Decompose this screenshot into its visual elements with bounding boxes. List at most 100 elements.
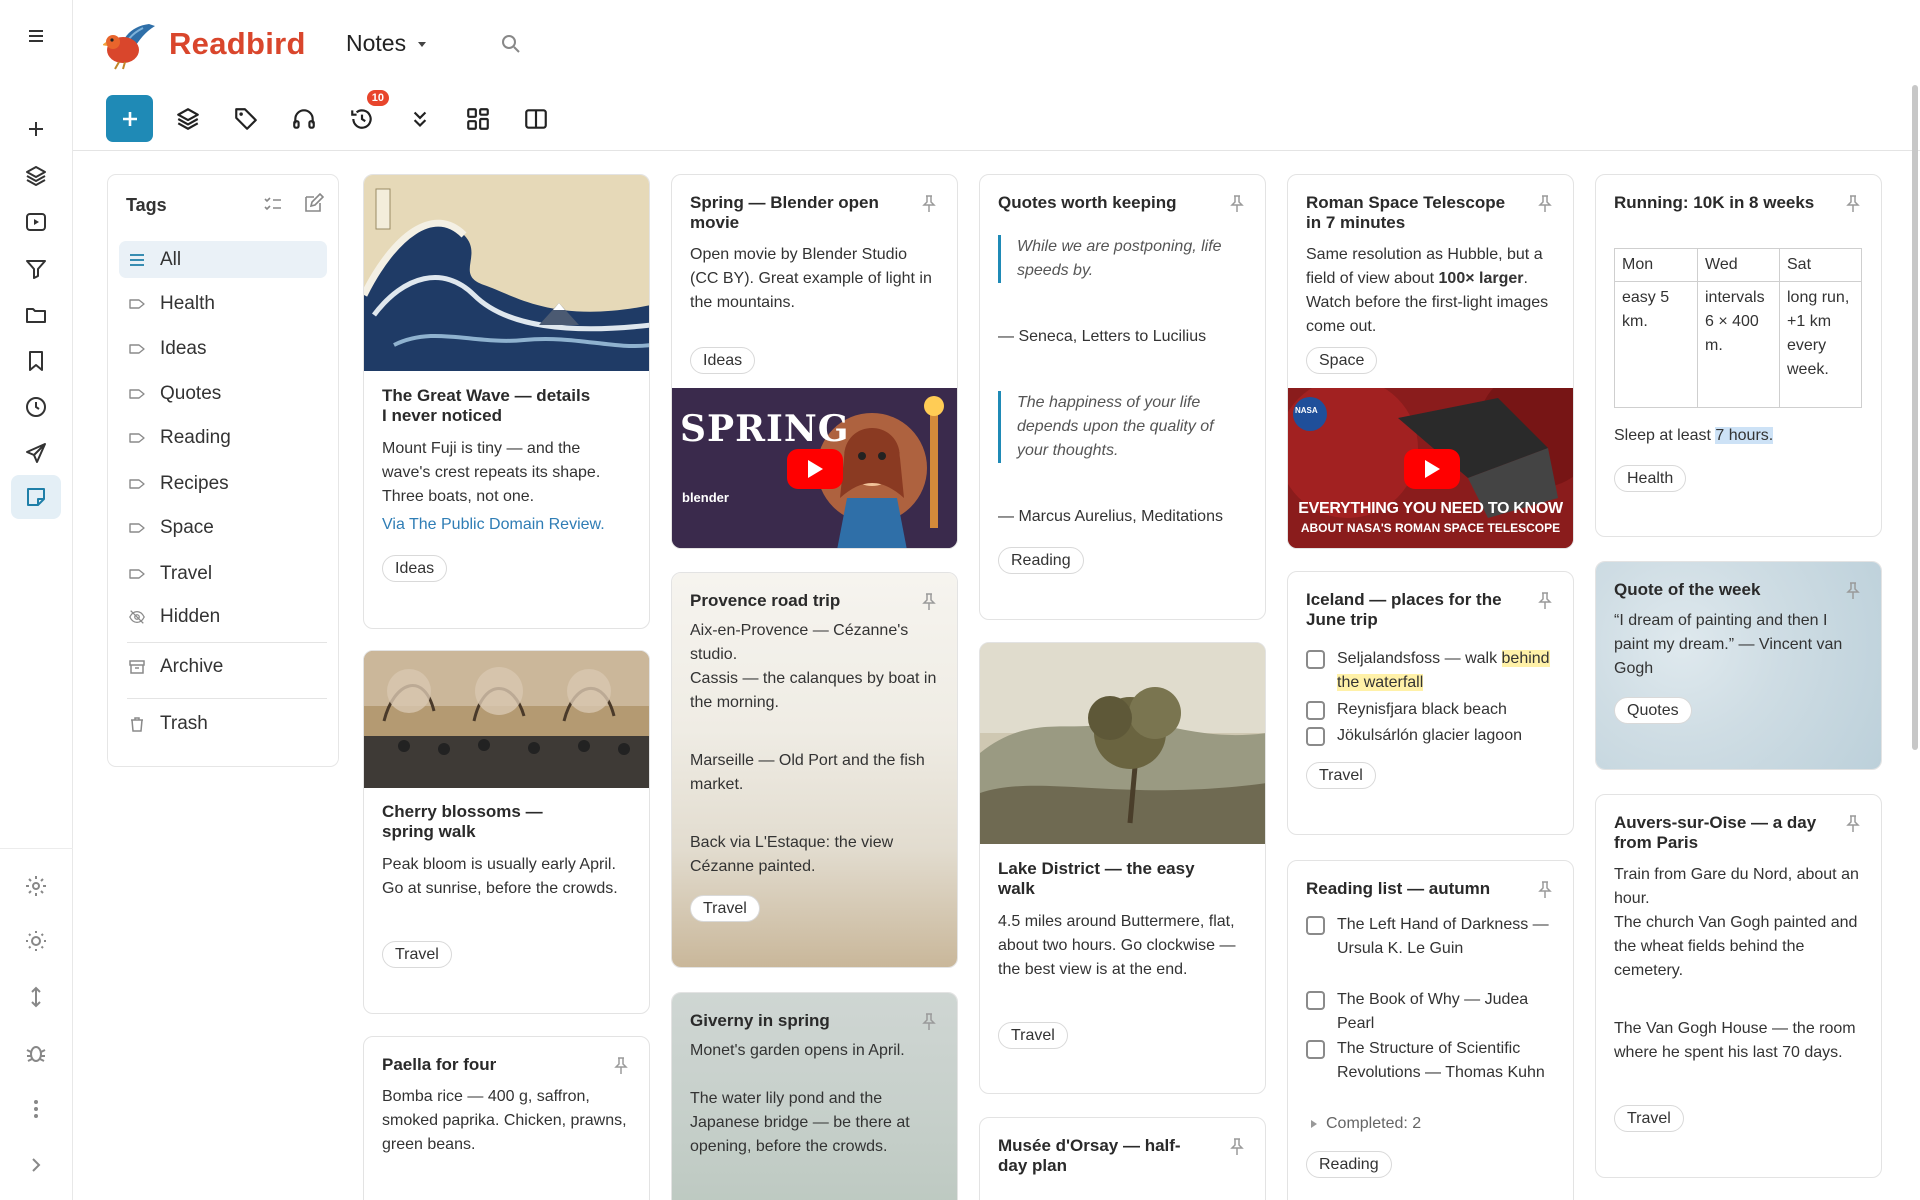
note-card-quote-of-the-week[interactable]: Quote of the week “I dream of painting a…	[1595, 561, 1882, 770]
collapse-all-button[interactable]	[396, 95, 443, 142]
note-card-paella[interactable]: Paella for four Bomba rice — 400 g, saff…	[363, 1036, 650, 1200]
play-icon	[808, 460, 823, 478]
tags-button[interactable]	[222, 95, 269, 142]
checkbox[interactable]	[1306, 991, 1325, 1010]
tag-chip[interactable]: Travel	[382, 941, 452, 968]
note-card-musee-dorsay[interactable]: Musée d'Orsay — half-day plan	[979, 1117, 1266, 1200]
note-card-great-wave[interactable]: The Great Wave — details I never noticed…	[363, 174, 650, 629]
pin-icon[interactable]	[613, 1057, 629, 1075]
new-item-button[interactable]	[11, 107, 61, 151]
edit-icon[interactable]	[302, 193, 324, 215]
tag-item-health[interactable]: Health	[119, 285, 327, 322]
tag-item-reading[interactable]: Reading	[119, 419, 327, 456]
checkbox[interactable]	[1306, 701, 1325, 720]
tag-chip[interactable]: Travel	[1306, 762, 1376, 789]
note-title: Iceland — places for the June trip	[1306, 590, 1502, 629]
note-card-cherry-blossoms[interactable]: Cherry blossoms — spring walk Peak bloom…	[363, 650, 650, 1014]
note-body: Bomba rice — 400 g, saffron, smoked papr…	[382, 1088, 627, 1153]
add-note-button[interactable]	[106, 95, 153, 142]
completed-toggle[interactable]: Completed: 2	[1310, 1115, 1421, 1133]
theme-button[interactable]	[11, 919, 61, 963]
history-button[interactable]	[11, 385, 61, 429]
note-card-spring[interactable]: Spring — Blender open movie Open movie b…	[671, 174, 958, 549]
stack-button[interactable]	[164, 95, 211, 142]
play-button[interactable]	[1404, 449, 1460, 489]
pin-icon[interactable]	[1229, 1138, 1245, 1156]
tag-chip[interactable]: Travel	[998, 1022, 1068, 1049]
pin-icon[interactable]	[1845, 815, 1861, 833]
pin-icon[interactable]	[921, 1013, 937, 1031]
tag-item-ideas[interactable]: Ideas	[119, 330, 327, 367]
app-logo[interactable]: Readbird	[103, 18, 306, 70]
tag-item-quotes[interactable]: Quotes	[119, 375, 327, 412]
audio-button[interactable]	[280, 95, 327, 142]
pin-icon[interactable]	[1537, 881, 1553, 899]
pin-icon[interactable]	[1845, 195, 1861, 213]
tag-chip[interactable]: Reading	[1306, 1151, 1392, 1178]
note-card-lake-district[interactable]: Lake District — the easy walk 4.5 miles …	[979, 642, 1266, 1094]
roman-video-thumbnail[interactable]: NASA EVERYTHING YOU NEED TO KNOW ABOUT N…	[1288, 388, 1573, 548]
tag-label: Travel	[160, 562, 213, 584]
play-button[interactable]	[787, 449, 843, 489]
menu-button[interactable]	[11, 14, 61, 58]
spring-video-thumbnail[interactable]: SPRING blender	[672, 388, 957, 548]
search-button[interactable]	[500, 33, 522, 55]
tag-item-travel[interactable]: Travel	[119, 555, 327, 592]
gear-icon	[26, 876, 46, 896]
library-button[interactable]	[11, 154, 61, 198]
note-paragraph: The church Van Gogh painted and the whea…	[1614, 914, 1858, 979]
settings-button[interactable]	[11, 864, 61, 908]
tag-chip[interactable]: Ideas	[382, 555, 448, 582]
debug-button[interactable]	[11, 1031, 61, 1075]
note-card-provence[interactable]: Provence road trip Aix-en-Provence — Céz…	[671, 572, 958, 968]
table-header-cell: Wed	[1697, 248, 1780, 282]
note-card-reading-list[interactable]: Reading list — autumn The Left Hand of D…	[1287, 860, 1574, 1200]
pin-icon[interactable]	[1537, 195, 1553, 213]
tag-chip[interactable]: Quotes	[1614, 697, 1692, 724]
tag-chip[interactable]: Space	[1306, 347, 1378, 374]
sync-button[interactable]	[11, 975, 61, 1019]
checkbox[interactable]	[1306, 916, 1325, 935]
note-card-auvers[interactable]: Auvers-sur-Oise — a day from Paris Train…	[1595, 794, 1882, 1178]
pin-icon[interactable]	[1845, 582, 1861, 600]
tag-item-all[interactable]: All	[119, 241, 327, 278]
grid-view-button[interactable]	[454, 95, 501, 142]
view-selector[interactable]: Notes	[346, 30, 428, 57]
tag-icon	[128, 519, 146, 537]
folders-button[interactable]	[11, 293, 61, 337]
notes-button[interactable]	[11, 475, 61, 519]
tag-chip[interactable]: Reading	[998, 547, 1084, 574]
pin-icon[interactable]	[1229, 195, 1245, 213]
tag-chip[interactable]: Health	[1614, 465, 1687, 492]
send-button[interactable]	[11, 431, 61, 475]
bookmarks-button[interactable]	[11, 339, 61, 383]
tag-item-archive[interactable]: Archive	[119, 648, 327, 685]
tag-chip[interactable]: Travel	[690, 895, 760, 922]
note-card-giverny[interactable]: Giverny in spring Monet's garden opens i…	[671, 992, 958, 1200]
scrollbar[interactable]	[1912, 85, 1918, 750]
tag-chip[interactable]: Travel	[1614, 1105, 1684, 1132]
checkbox[interactable]	[1306, 1040, 1325, 1059]
tag-item-recipes[interactable]: Recipes	[119, 465, 327, 502]
note-card-iceland[interactable]: Iceland — places for the June trip Selja…	[1287, 571, 1574, 835]
split-view-button[interactable]	[512, 95, 559, 142]
tag-chip[interactable]: Ideas	[690, 347, 756, 374]
videos-button[interactable]	[11, 200, 61, 244]
checkbox[interactable]	[1306, 650, 1325, 669]
note-card-running[interactable]: Running: 10K in 8 weeks Mon Wed Sat easy…	[1595, 174, 1882, 537]
tag-item-space[interactable]: Space	[119, 509, 327, 546]
pin-icon[interactable]	[921, 593, 937, 611]
note-card-roman-telescope[interactable]: Roman Space Telescope in 7 minutes Same …	[1287, 174, 1574, 549]
tag-item-trash[interactable]: Trash	[119, 705, 327, 742]
history-button[interactable]: 10	[338, 90, 389, 142]
source-link[interactable]: Via The Public Domain Review.	[382, 513, 629, 537]
pin-icon[interactable]	[1537, 592, 1553, 610]
pin-icon[interactable]	[921, 195, 937, 213]
expand-rail-button[interactable]	[11, 1143, 61, 1187]
note-card-quotes[interactable]: Quotes worth keeping While we are postpo…	[979, 174, 1266, 620]
filter-button[interactable]	[11, 247, 61, 291]
tag-item-hidden[interactable]: Hidden	[119, 598, 327, 635]
more-button[interactable]	[11, 1087, 61, 1131]
checklist-icon[interactable]	[262, 193, 284, 215]
checkbox[interactable]	[1306, 727, 1325, 746]
